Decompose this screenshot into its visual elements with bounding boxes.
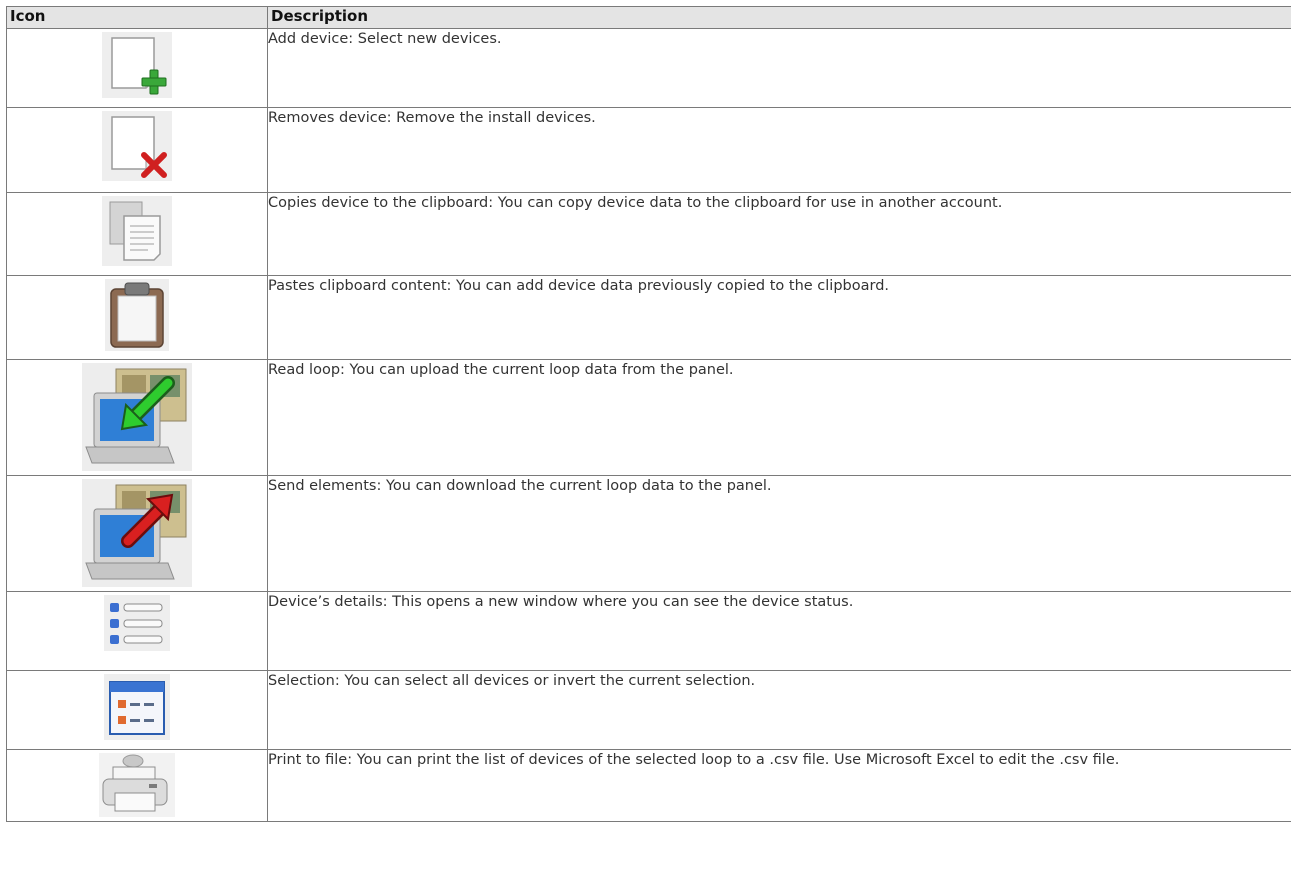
table-row: Print to file: You can print the list of… [6,749,1291,822]
remove-device-icon [102,111,172,181]
table-row: Pastes clipboard content: You can add de… [6,275,1291,360]
icon-cell [6,275,268,360]
description-cell: Device’s details: This opens a new windo… [267,591,1291,671]
table-header-row: Icon Description [6,6,1291,29]
icon-cell [6,670,268,750]
icon-cell [6,359,268,476]
copy-icon [102,196,172,266]
description-cell: Selection: You can select all devices or… [267,670,1291,750]
table-row: Send elements: You can download the curr… [6,475,1291,592]
icon-description-table: Icon Description Add device: Select new … [6,6,1291,822]
selection-icon [104,674,170,740]
paste-clipboard-icon [105,279,169,351]
table-row: Add device: Select new devices. [6,28,1291,108]
table-row: Read loop: You can upload the current lo… [6,359,1291,476]
icon-cell [6,192,268,276]
icon-cell [6,475,268,592]
icon-cell [6,749,268,822]
description-cell: Read loop: You can upload the current lo… [267,359,1291,476]
table-row: Removes device: Remove the install devic… [6,107,1291,193]
description-cell: Add device: Select new devices. [267,28,1291,108]
table-row: Copies device to the clipboard: You can … [6,192,1291,276]
icon-cell [6,591,268,671]
table-row: Selection: You can select all devices or… [6,670,1291,750]
print-to-file-icon [99,753,175,817]
description-cell: Removes device: Remove the install devic… [267,107,1291,193]
description-cell: Pastes clipboard content: You can add de… [267,275,1291,360]
device-details-icon [104,595,170,651]
icon-cell [6,107,268,193]
read-loop-icon [82,363,192,471]
icon-cell [6,28,268,108]
add-device-icon [102,32,172,98]
description-cell: Copies device to the clipboard: You can … [267,192,1291,276]
description-cell: Print to file: You can print the list of… [267,749,1291,822]
table-row: Device’s details: This opens a new windo… [6,591,1291,671]
description-column-header: Description [267,6,1291,29]
send-elements-icon [82,479,192,587]
icon-column-header: Icon [6,6,268,29]
description-cell: Send elements: You can download the curr… [267,475,1291,592]
